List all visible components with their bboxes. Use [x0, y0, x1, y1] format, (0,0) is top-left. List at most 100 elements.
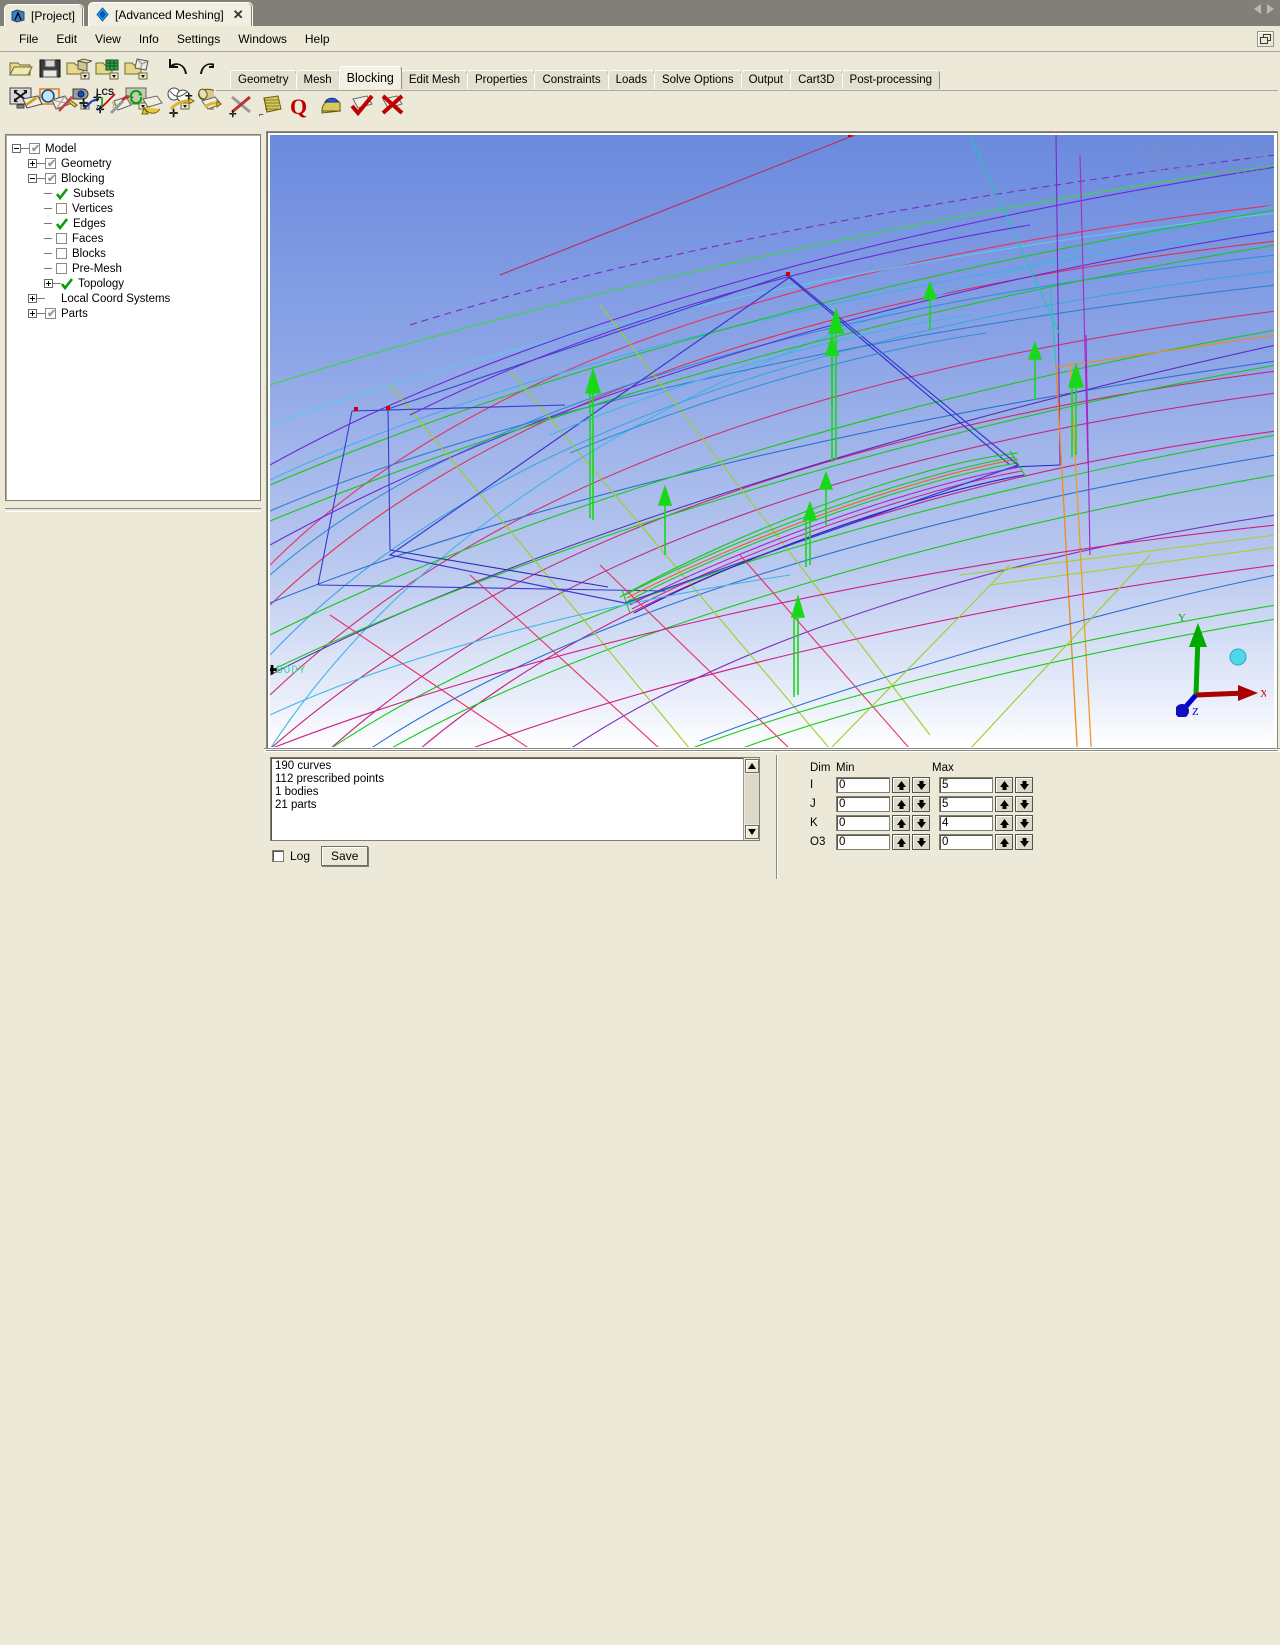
graphics-viewport[interactable]: ANSYS10.0 WORKBENCH ✚ BODY Y X Z: [270, 135, 1274, 747]
scroll-up-icon[interactable]: [745, 759, 759, 773]
tree-node-parts[interactable]: ✔ Parts: [12, 306, 260, 321]
save-icon[interactable]: [37, 55, 63, 81]
tree-checkbox[interactable]: ✔: [45, 173, 56, 185]
dim-min-increment-icon[interactable]: [892, 834, 910, 850]
transform-block-icon[interactable]: [198, 93, 225, 119]
tree-node-topology[interactable]: Topology: [12, 276, 260, 291]
scroll-right-icon[interactable]: [1267, 4, 1274, 14]
dim-min-decrement-icon[interactable]: [912, 796, 930, 812]
tree-checkbox[interactable]: [56, 203, 67, 214]
dim-min-decrement-icon[interactable]: [912, 834, 930, 850]
save-log-button[interactable]: Save: [321, 846, 369, 866]
edit-block-icon[interactable]: [108, 93, 135, 119]
tree-expander[interactable]: [28, 159, 37, 168]
menu-item-windows[interactable]: Windows: [229, 29, 296, 49]
tree-expander[interactable]: [28, 174, 37, 183]
tab-edit-mesh[interactable]: Edit Mesh: [400, 70, 469, 89]
dim-max-input[interactable]: 5: [939, 777, 993, 793]
window-tab-advanced-meshing[interactable]: [Advanced Meshing] ✕: [88, 2, 253, 26]
menu-item-settings[interactable]: Settings: [168, 29, 229, 49]
open-folder-icon[interactable]: [8, 55, 34, 81]
dim-min-input[interactable]: 0: [836, 815, 890, 831]
ogrid-icon[interactable]: Q: [288, 93, 315, 119]
dim-min-increment-icon[interactable]: [892, 815, 910, 831]
tab-loads[interactable]: Loads: [607, 70, 655, 89]
scroll-down-icon[interactable]: [745, 825, 759, 839]
tree-node-model[interactable]: ✔ Model: [12, 141, 260, 156]
tree-checkbox[interactable]: [56, 263, 67, 274]
dim-min-increment-icon[interactable]: [892, 777, 910, 793]
dim-min-decrement-icon[interactable]: [912, 815, 930, 831]
dim-max-decrement-icon[interactable]: [1015, 834, 1033, 850]
message-log-scrollbar[interactable]: [743, 758, 759, 840]
scroll-left-icon[interactable]: [1254, 4, 1261, 14]
dim-min-input[interactable]: 0: [836, 777, 890, 793]
tree-expander[interactable]: [12, 144, 21, 153]
associate-icon[interactable]: [138, 93, 165, 119]
tree-node-pre-mesh[interactable]: Pre-Mesh: [12, 261, 260, 276]
log-checkbox[interactable]: [272, 850, 284, 862]
dim-max-increment-icon[interactable]: [995, 815, 1013, 831]
dim-max-increment-icon[interactable]: [995, 777, 1013, 793]
tab-properties[interactable]: Properties: [467, 70, 536, 89]
dim-max-decrement-icon[interactable]: [1015, 815, 1033, 831]
tree-node-subsets[interactable]: Subsets: [12, 186, 260, 201]
tree-checkbox[interactable]: [56, 233, 67, 244]
dim-min-input[interactable]: 0: [836, 834, 890, 850]
tab-post-processing[interactable]: Post-processing: [841, 70, 940, 89]
dim-max-increment-icon[interactable]: [995, 796, 1013, 812]
dim-min-input[interactable]: 0: [836, 796, 890, 812]
window-tab-project[interactable]: [Project]: [4, 4, 85, 26]
dim-max-input[interactable]: 0: [939, 834, 993, 850]
merge-vertices-icon[interactable]: ✛ ✛ ✛: [78, 93, 105, 119]
menu-item-file[interactable]: File: [10, 29, 47, 49]
tree-checkbox[interactable]: ✔: [45, 158, 56, 170]
tree-checkbox-checked[interactable]: [56, 217, 68, 230]
tree-node-geometry[interactable]: ✔ Geometry: [12, 156, 260, 171]
menu-item-view[interactable]: View: [86, 29, 130, 49]
checkblocks-icon[interactable]: [318, 93, 345, 119]
tree-node-vertices[interactable]: Vertices: [12, 201, 260, 216]
edit-edge-icon[interactable]: ✛: [228, 93, 255, 119]
close-icon[interactable]: ✕: [233, 8, 244, 21]
tree-panel-resizer[interactable]: [5, 508, 261, 512]
delete-block-icon[interactable]: [378, 93, 405, 119]
dim-max-decrement-icon[interactable]: [1015, 777, 1033, 793]
tree-node-local-coord-systems[interactable]: Local Coord Systems: [12, 291, 260, 306]
model-tree[interactable]: ✔ Model ✔ Geometry ✔ Blocking Subsets Vertices E…: [5, 134, 261, 501]
check-blocking-icon[interactable]: [348, 93, 375, 119]
tree-checkbox-checked[interactable]: [56, 187, 68, 200]
move-vertex-icon[interactable]: ✛ ✛: [168, 91, 195, 120]
tab-output[interactable]: Output: [740, 70, 792, 89]
open-geometry-icon[interactable]: [66, 55, 94, 81]
tab-constraints[interactable]: Constraints: [534, 70, 609, 89]
menu-item-edit[interactable]: Edit: [47, 29, 86, 49]
restore-window-icon[interactable]: [1257, 31, 1274, 47]
dim-min-increment-icon[interactable]: [892, 796, 910, 812]
tab-mesh[interactable]: Mesh: [295, 70, 340, 89]
dim-max-input[interactable]: 4: [939, 815, 993, 831]
open-mesh-icon[interactable]: [95, 55, 121, 81]
undo-icon[interactable]: [166, 55, 192, 81]
split-block-icon[interactable]: [48, 93, 75, 119]
dim-max-input[interactable]: 5: [939, 796, 993, 812]
tree-node-blocking[interactable]: ✔ Blocking: [12, 171, 260, 186]
menu-item-info[interactable]: Info: [130, 29, 168, 49]
menu-item-help[interactable]: Help: [296, 29, 339, 49]
tab-geometry[interactable]: Geometry: [230, 70, 297, 89]
tree-checkbox-checked[interactable]: [61, 277, 73, 290]
tree-checkbox[interactable]: [56, 248, 67, 259]
open-blocking-icon[interactable]: [124, 55, 150, 81]
tree-node-blocks[interactable]: Blocks: [12, 246, 260, 261]
scrollbar-track[interactable]: [745, 774, 759, 824]
tree-expander[interactable]: [28, 309, 37, 318]
message-log-box[interactable]: 190 curves 112 prescribed points 1 bodie…: [270, 757, 760, 841]
dim-max-decrement-icon[interactable]: [1015, 796, 1033, 812]
tab-blocking[interactable]: Blocking: [338, 66, 402, 89]
create-block-icon[interactable]: [18, 93, 45, 119]
tab-cart3d[interactable]: Cart3D: [790, 70, 843, 89]
tree-expander[interactable]: [28, 294, 37, 303]
tree-checkbox[interactable]: ✔: [29, 143, 40, 155]
tree-expander[interactable]: [44, 279, 53, 288]
tree-checkbox[interactable]: ✔: [45, 308, 56, 320]
